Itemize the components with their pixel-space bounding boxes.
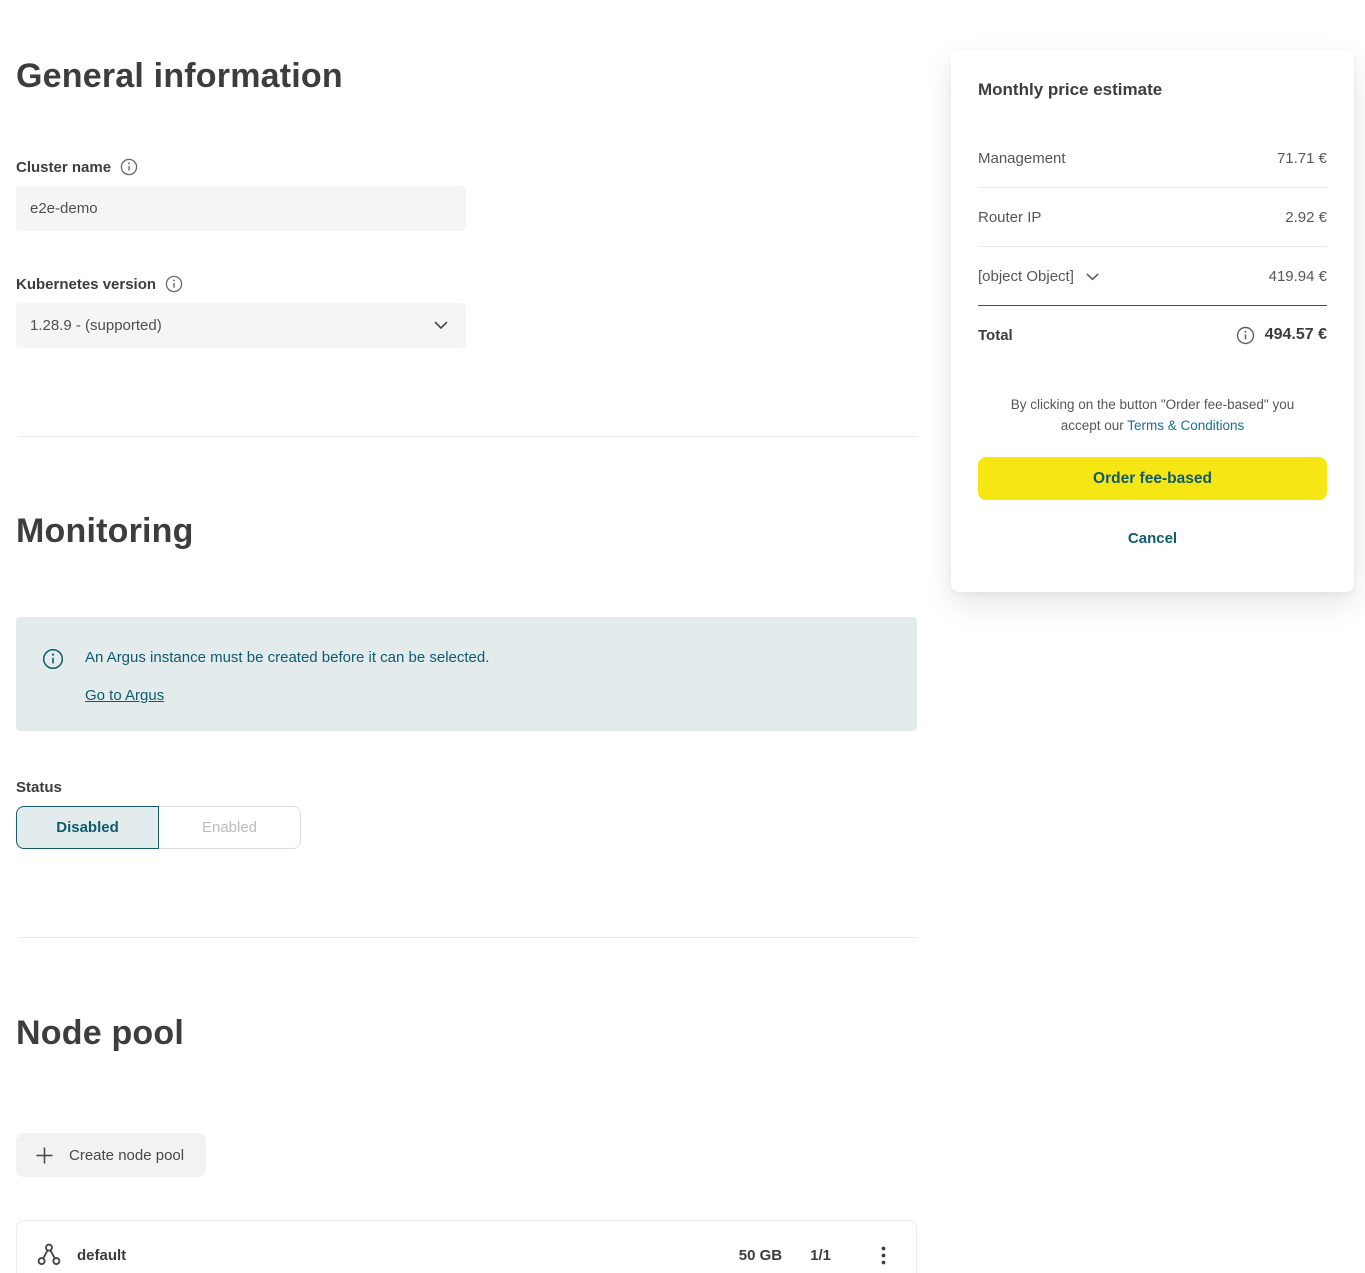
- price-card-title: Monthly price estimate: [978, 80, 1327, 100]
- cluster-name-info-icon[interactable]: [120, 158, 138, 176]
- create-node-pool-button[interactable]: Create node pool: [16, 1133, 206, 1177]
- total-value: 494.57 €: [1265, 326, 1327, 344]
- order-fee-based-button[interactable]: Order fee-based: [978, 457, 1327, 500]
- price-row-management: Management 71.71 €: [978, 129, 1327, 188]
- node-pool-storage: 50 GB: [739, 1247, 782, 1264]
- k8s-version-label: Kubernetes version: [16, 276, 156, 293]
- price-row-router-ip: Router IP 2.92 €: [978, 188, 1327, 247]
- go-to-argus-link[interactable]: Go to Argus: [85, 687, 164, 704]
- node-pool-kebab-menu-button[interactable]: [877, 1242, 890, 1269]
- node-pool-name: default: [77, 1247, 126, 1264]
- section-divider: [18, 937, 918, 938]
- cluster-name-input[interactable]: [16, 186, 466, 231]
- terms-prefix: accept our: [1061, 418, 1128, 433]
- total-label: Total: [978, 327, 1013, 344]
- cluster-name-label: Cluster name: [16, 159, 111, 176]
- price-row-node-pools: [object Object] 419.94 €: [978, 247, 1327, 306]
- price-rows: Management 71.71 € Router IP 2.92 € [obj…: [978, 129, 1327, 364]
- alert-message: An Argus instance must be created before…: [85, 649, 489, 666]
- price-total-row: Total 494.57 €: [978, 306, 1327, 364]
- k8s-version-label-row: Kubernetes version: [16, 275, 183, 293]
- monitoring-title: Monitoring: [16, 512, 194, 551]
- general-information-title: General information: [16, 57, 343, 96]
- monthly-price-estimate-card: Monthly price estimate Management 71.71 …: [951, 50, 1354, 592]
- status-label: Status: [16, 779, 62, 796]
- cancel-button[interactable]: Cancel: [978, 530, 1327, 547]
- cluster-name-label-row: Cluster name: [16, 158, 138, 176]
- terms-and-conditions-link[interactable]: Terms & Conditions: [1127, 418, 1244, 433]
- price-row-label: [object Object]: [978, 268, 1074, 285]
- chevron-down-icon: [434, 321, 448, 330]
- k8s-version-selected-value: 1.28.9 - (supported): [30, 317, 162, 334]
- price-row-label: Management: [978, 150, 1066, 167]
- chevron-down-icon[interactable]: [1086, 273, 1099, 281]
- price-row-label: Router IP: [978, 209, 1041, 226]
- terms-line1: By clicking on the button "Order fee-bas…: [1011, 397, 1295, 412]
- status-option-enabled[interactable]: Enabled: [159, 806, 301, 849]
- node-pool-row[interactable]: default 50 GB 1/1: [16, 1220, 917, 1273]
- alert-info-icon: [42, 647, 64, 731]
- total-info-icon[interactable]: [1236, 326, 1255, 345]
- status-toggle-group: Disabled Enabled: [16, 806, 301, 849]
- argus-info-alert: An Argus instance must be created before…: [16, 617, 917, 731]
- status-option-disabled[interactable]: Disabled: [16, 806, 159, 849]
- k8s-version-info-icon[interactable]: [165, 275, 183, 293]
- price-row-value: 71.71 €: [1277, 150, 1327, 167]
- section-divider: [18, 436, 918, 437]
- node-pool-title: Node pool: [16, 1014, 184, 1053]
- create-node-pool-label: Create node pool: [69, 1147, 184, 1164]
- price-row-value: 419.94 €: [1269, 268, 1327, 285]
- k8s-version-select[interactable]: 1.28.9 - (supported): [16, 303, 466, 348]
- node-pool-availability: 1/1: [810, 1247, 831, 1264]
- price-row-value: 2.92 €: [1285, 209, 1327, 226]
- node-pool-icon: [36, 1242, 62, 1268]
- terms-text: By clicking on the button "Order fee-bas…: [978, 394, 1327, 436]
- plus-icon: [35, 1146, 54, 1165]
